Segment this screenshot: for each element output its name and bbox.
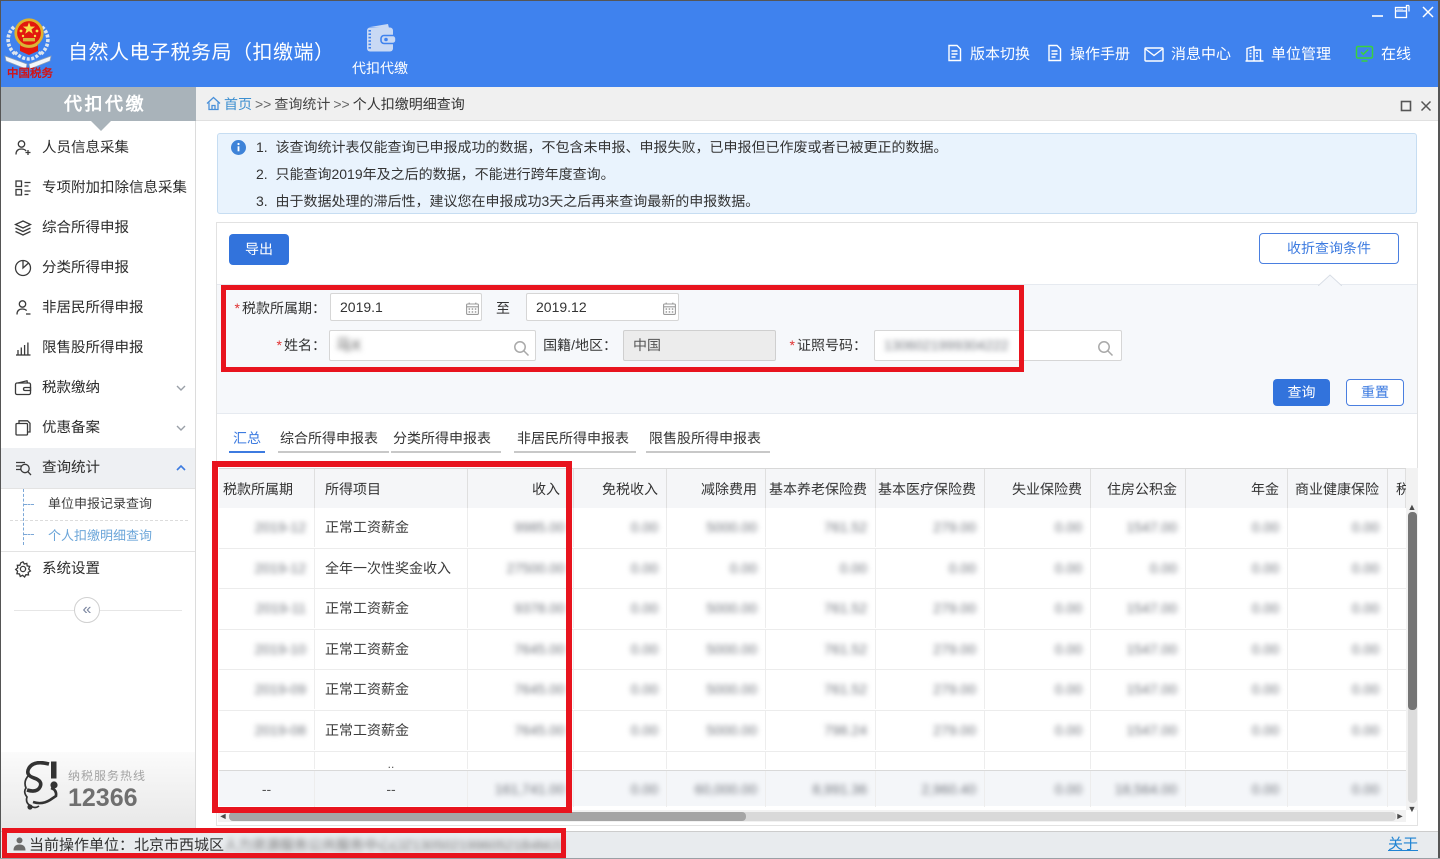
svg-text:中国税务: 中国税务 xyxy=(7,65,53,81)
